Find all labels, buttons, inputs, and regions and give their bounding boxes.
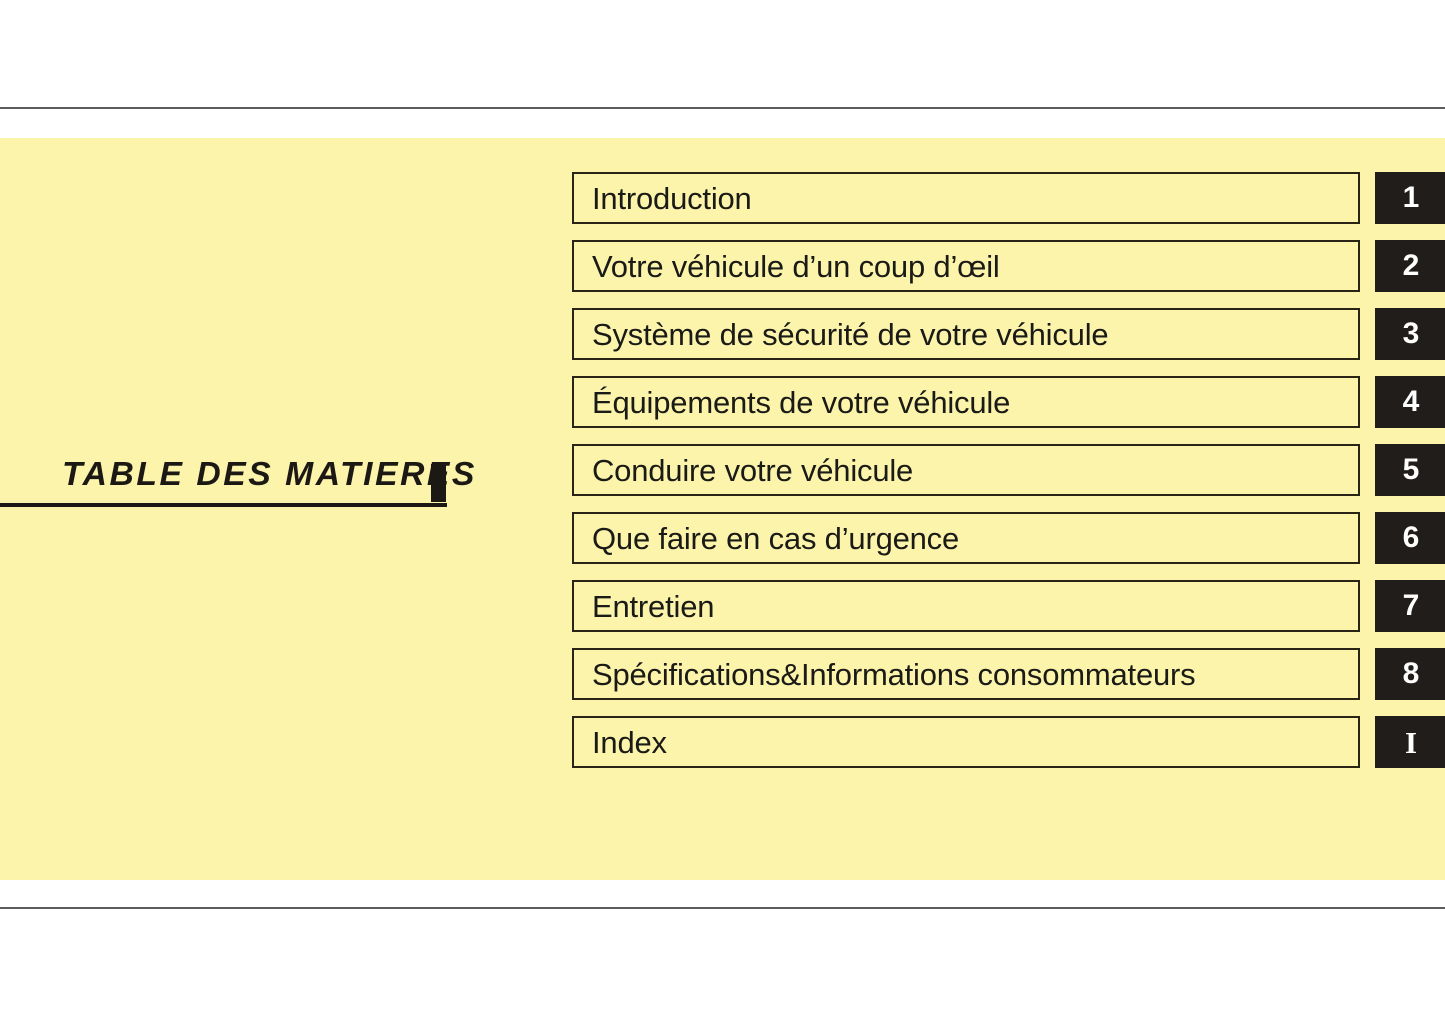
toc-entry-label: Introduction <box>592 180 752 216</box>
toc-tab-7[interactable]: 7 <box>1375 580 1445 632</box>
toc-row: Entretien 7 <box>572 580 1445 632</box>
toc-row: Spécifications&Informations consommateur… <box>572 648 1445 700</box>
toc-entry-label: Conduire votre véhicule <box>592 452 914 488</box>
toc-tab-5[interactable]: 5 <box>1375 444 1445 496</box>
toc-tab-number: 3 <box>1402 317 1420 350</box>
header-rule <box>0 107 1445 109</box>
toc-tab-3[interactable]: 3 <box>1375 308 1445 360</box>
toc-entry-entretien[interactable]: Entretien <box>572 580 1360 632</box>
toc-list: Introduction 1 Votre véhicule d’un coup … <box>572 172 1445 768</box>
toc-entry-vehicule-coup-doeil[interactable]: Votre véhicule d’un coup d’œil <box>572 240 1360 292</box>
toc-entry-label: Que faire en cas d’urgence <box>592 520 960 556</box>
toc-tab-number: 5 <box>1402 453 1420 486</box>
toc-tab-2[interactable]: 2 <box>1375 240 1445 292</box>
toc-tab-6[interactable]: 6 <box>1375 512 1445 564</box>
title-underline <box>0 503 447 507</box>
toc-entry-conduire[interactable]: Conduire votre véhicule <box>572 444 1360 496</box>
toc-tab-number: I <box>1404 724 1418 760</box>
toc-tab-number: 2 <box>1402 249 1420 282</box>
toc-tab-number: 1 <box>1402 181 1420 214</box>
toc-entry-label: Votre véhicule d’un coup d’œil <box>592 248 1000 284</box>
toc-entry-label: Équipements de votre véhicule <box>592 384 1011 420</box>
toc-entry-label: Entretien <box>592 588 715 624</box>
toc-tab-number: 6 <box>1402 521 1420 554</box>
footer-rule <box>0 907 1445 909</box>
toc-row: Index I <box>572 716 1445 768</box>
toc-tab-number: 4 <box>1402 385 1420 418</box>
page-title: TABLE DES MATIERES <box>62 455 477 492</box>
toc-tab-8[interactable]: 8 <box>1375 648 1445 700</box>
toc-entry-label: Index <box>592 724 667 760</box>
toc-tab-index[interactable]: I <box>1375 716 1445 768</box>
toc-entry-introduction[interactable]: Introduction <box>572 172 1360 224</box>
toc-tab-number: 8 <box>1402 657 1420 690</box>
toc-tab-4[interactable]: 4 <box>1375 376 1445 428</box>
toc-row: Introduction 1 <box>572 172 1445 224</box>
manual-contents-page: TABLE DES MATIERES Introduction 1 Votre … <box>0 0 1445 1019</box>
toc-row: Que faire en cas d’urgence 6 <box>572 512 1445 564</box>
toc-row: Votre véhicule d’un coup d’œil 2 <box>572 240 1445 292</box>
title-accent-block <box>431 464 446 502</box>
toc-row: Système de sécurité de votre véhicule 3 <box>572 308 1445 360</box>
toc-entry-equipements[interactable]: Équipements de votre véhicule <box>572 376 1360 428</box>
toc-tab-number: 7 <box>1402 589 1420 622</box>
toc-row: Équipements de votre véhicule 4 <box>572 376 1445 428</box>
toc-row: Conduire votre véhicule 5 <box>572 444 1445 496</box>
toc-entry-specifications[interactable]: Spécifications&Informations consommateur… <box>572 648 1360 700</box>
toc-entry-label: Spécifications&Informations consommateur… <box>592 656 1196 692</box>
toc-entry-index[interactable]: Index <box>572 716 1360 768</box>
page-title-block: TABLE DES MATIERES <box>0 455 474 510</box>
toc-entry-label: Système de sécurité de votre véhicule <box>592 316 1109 352</box>
toc-entry-systeme-securite[interactable]: Système de sécurité de votre véhicule <box>572 308 1360 360</box>
toc-tab-1[interactable]: 1 <box>1375 172 1445 224</box>
toc-entry-urgence[interactable]: Que faire en cas d’urgence <box>572 512 1360 564</box>
